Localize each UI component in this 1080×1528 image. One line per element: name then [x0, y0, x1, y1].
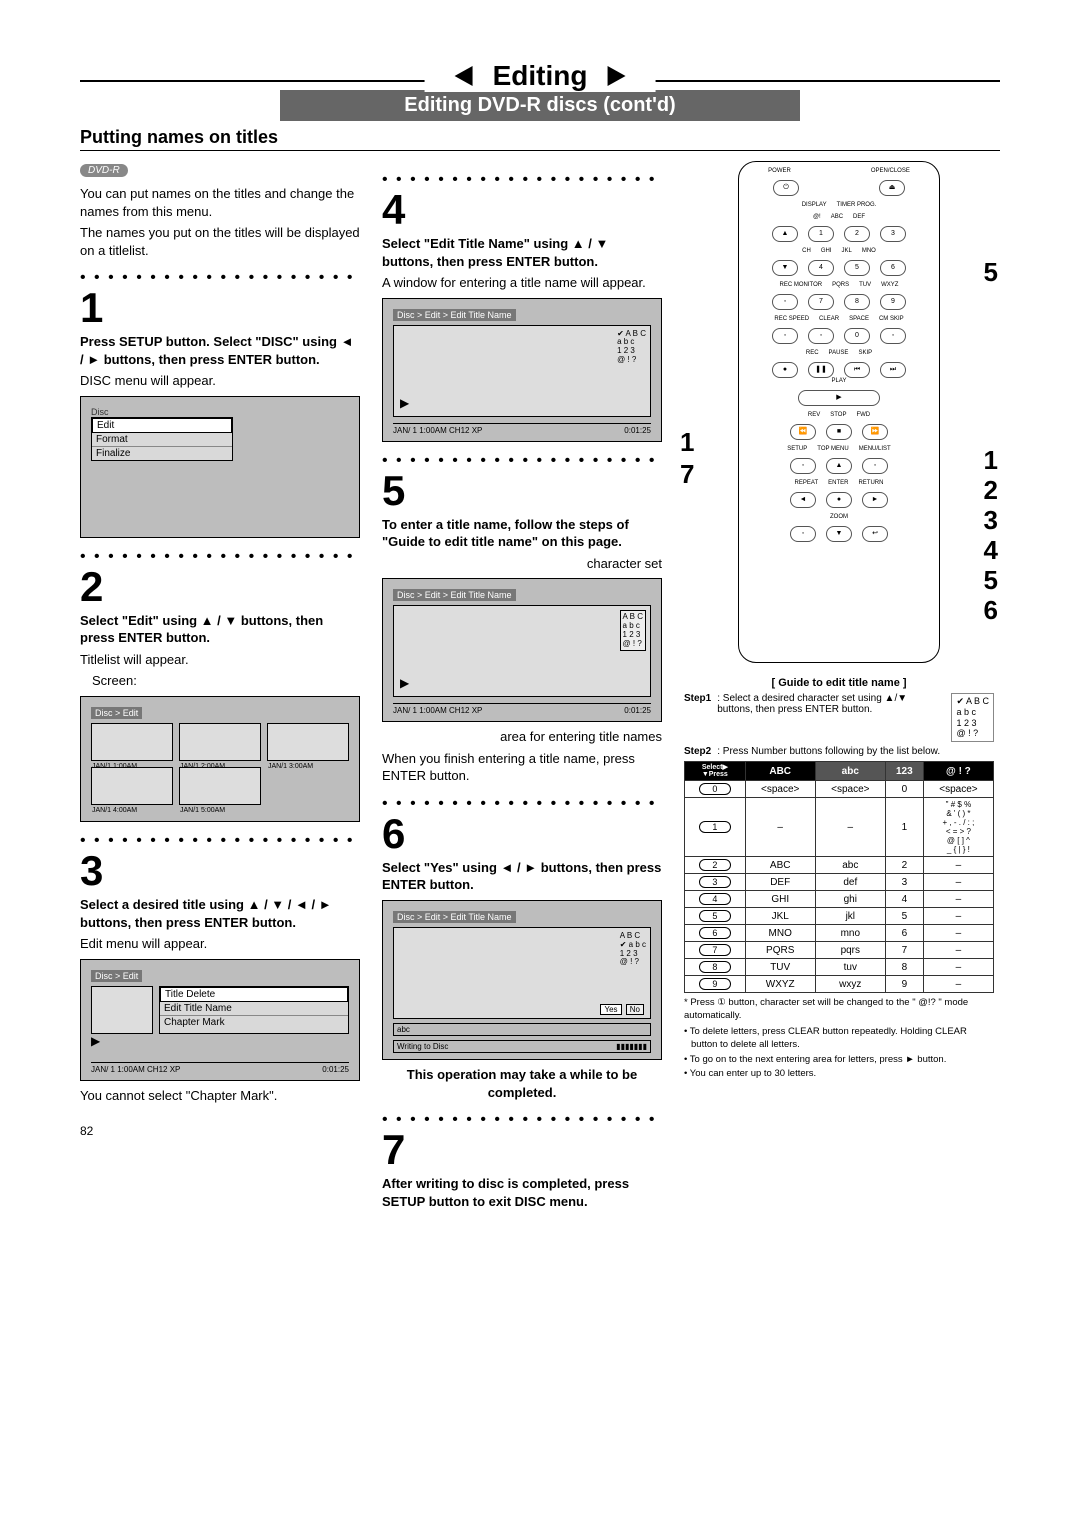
step1-instruction: Press SETUP button. Select "DISC" using … [80, 333, 360, 368]
table-row: 6MNOmno6– [685, 925, 994, 942]
table-row: 2ABCabc2– [685, 857, 994, 874]
step2-result: Titlelist will appear. [80, 651, 360, 669]
step4-instruction: Select "Edit Title Name" using ▲ / ▼ but… [382, 235, 662, 270]
chevron-right-icon [607, 66, 625, 86]
guide-step2: Step2 : Press Number buttons following b… [684, 746, 994, 757]
guide-title: [ Guide to edit title name ] [684, 677, 994, 689]
step5-after: When you finish entering a title name, p… [382, 750, 662, 785]
title-thumb: JAN/1 2:00AM [179, 723, 261, 761]
table-row: 4GHIghi4– [685, 891, 994, 908]
step1-result: DISC menu will appear. [80, 372, 360, 390]
divider-dots: • • • • • • • • • • • • • • • • • • • • … [382, 1111, 662, 1129]
step2-screen-label: Screen: [92, 672, 360, 690]
divider-dots: • • • • • • • • • • • • • • • • • • • • … [382, 452, 662, 470]
step1-screen: Disc Edit Format Finalize [80, 396, 360, 538]
step6-screen: Disc > Edit > Edit Title Name A B C a b … [382, 900, 662, 1060]
step3-result: Edit menu will appear. [80, 935, 360, 953]
section-heading: Putting names on titles [80, 127, 1000, 151]
step3-instruction: Select a desired title using ▲ / ▼ / ◄ /… [80, 896, 360, 931]
step-number-2: 2 [80, 566, 360, 608]
step3-screen: Disc > Edit Title Delete Edit Title Name… [80, 959, 360, 1081]
table-row: 8TUVtuv8– [685, 959, 994, 976]
step5-instruction: To enter a title name, follow the steps … [382, 516, 662, 551]
step-number-6: 6 [382, 813, 662, 855]
divider-dots: • • • • • • • • • • • • • • • • • • • • … [80, 269, 360, 287]
guide-step1: Step1 : Select a desired character set u… [684, 693, 994, 742]
guide-footnote: * Press ① button, character set will be … [684, 997, 994, 1022]
step6-instruction: Select "Yes" using ◄ / ► buttons, then p… [382, 859, 662, 894]
guide-bullets: • To delete letters, press CLEAR button … [684, 1026, 994, 1081]
subsection-band: Editing DVD-R discs (cont'd) [280, 90, 800, 121]
divider-dots: • • • • • • • • • • • • • • • • • • • • … [382, 795, 662, 813]
step4-screen: Disc > Edit > Edit Title Name A B C a b … [382, 298, 662, 442]
divider-dots: • • • • • • • • • • • • • • • • • • • • … [80, 832, 360, 850]
step-number-3: 3 [80, 850, 360, 892]
table-row: 0<space><space>0<space> [685, 781, 994, 798]
table-row: 3DEFdef3– [685, 874, 994, 891]
divider-dots: • • • • • • • • • • • • • • • • • • • • … [382, 171, 662, 189]
step-number-5: 5 [382, 470, 662, 512]
step2-instruction: Select "Edit" using ▲ / ▼ buttons, then … [80, 612, 360, 647]
step5-callout-bottom: area for entering title names [382, 728, 662, 746]
step-number-7: 7 [382, 1129, 662, 1171]
table-row: 5JKLjkl5– [685, 908, 994, 925]
table-row: 9WXYZwxyz9– [685, 976, 994, 993]
table-row: 7PQRSpqrs7– [685, 942, 994, 959]
step4-result: A window for entering a title name will … [382, 274, 662, 292]
step-number-1: 1 [80, 287, 360, 329]
chevron-left-icon [455, 66, 473, 86]
page-number: 82 [80, 1124, 360, 1138]
step7-instruction: After writing to disc is completed, pres… [382, 1175, 662, 1210]
table-row: 1––1" # $ % & ' ( ) * + , - . / : ; < = … [685, 798, 994, 857]
title-thumb: JAN/1 3:00AM [267, 723, 349, 761]
title-thumb: JAN/1 4:00AM [91, 767, 173, 805]
intro-text-1: You can put names on the titles and chan… [80, 185, 360, 220]
title-thumb: JAN/1 1:00AM [91, 723, 173, 761]
dvd-r-badge: DVD-R [80, 164, 128, 177]
step5-callout-top: character set [382, 555, 662, 573]
title-thumb: JAN/1 5:00AM [179, 767, 261, 805]
intro-text-2: The names you put on the titles will be … [80, 224, 360, 259]
character-table: Select▶▼Press ABC abc 123 @ ! ? 0<space>… [684, 761, 994, 993]
page-header: Editing [493, 60, 588, 92]
step3-note: You cannot select "Chapter Mark". [80, 1087, 360, 1105]
step-number-4: 4 [382, 189, 662, 231]
remote-diagram: 5 1 7 1 2 3 4 5 6 POWEROPEN/CLOSE ⏻⏏ DIS… [684, 161, 994, 663]
step5-screen: Disc > Edit > Edit Title Name A B C a b … [382, 578, 662, 722]
step6-warning: This operation may take a while to be co… [382, 1066, 662, 1101]
step2-screen: Disc > Edit JAN/1 1:00AMJAN/1 2:00AMJAN/… [80, 696, 360, 822]
divider-dots: • • • • • • • • • • • • • • • • • • • • … [80, 548, 360, 566]
